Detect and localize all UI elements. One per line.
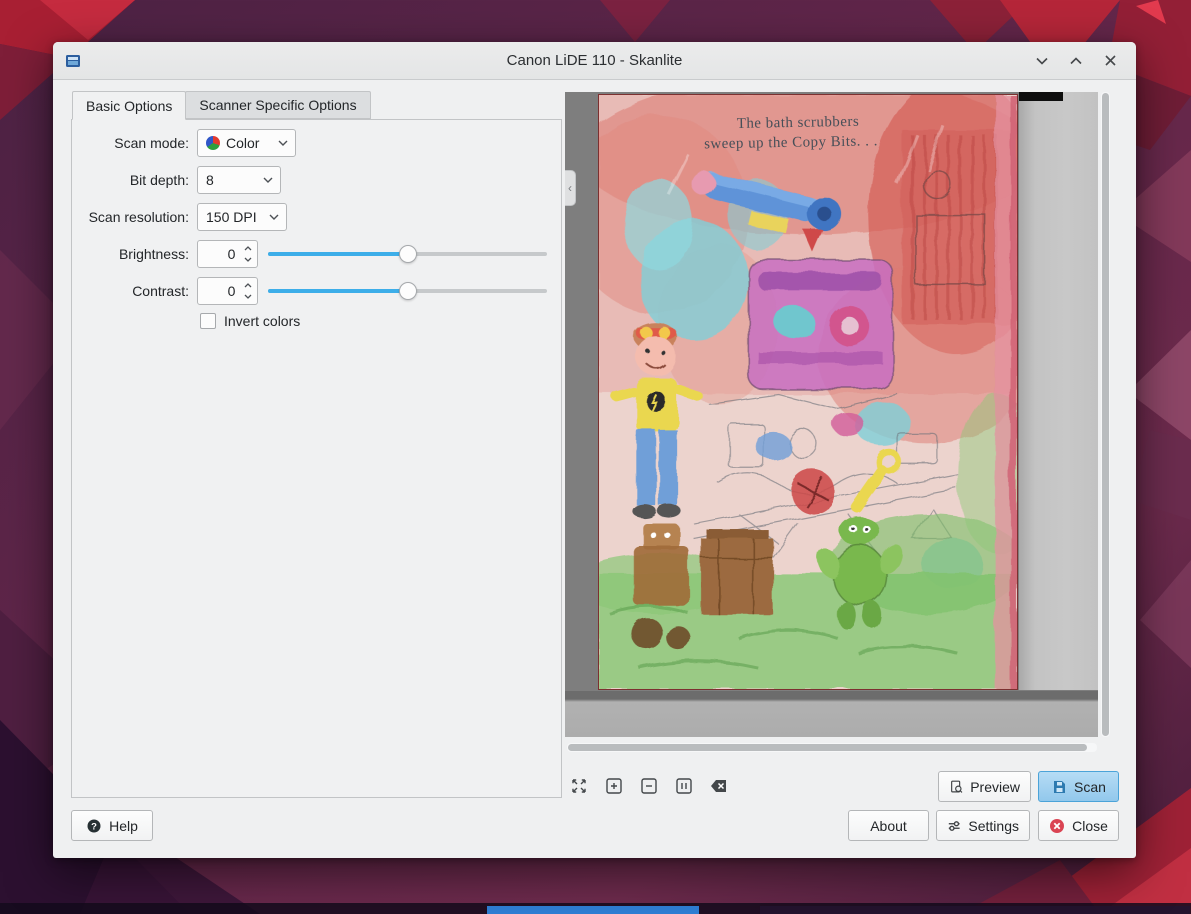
chevron-down-icon [263,177,273,183]
clear-selections-icon [709,776,729,796]
close-button-label: Close [1072,818,1108,834]
close-window-button[interactable] [1096,47,1124,75]
scanner-bed-right [1019,92,1098,690]
preview-button[interactable]: Preview [938,771,1031,802]
scanned-image[interactable]: The bath scrubbers sweep up the Copy Bit… [598,94,1018,690]
tab-label: Basic Options [86,98,172,114]
slider-fill [268,289,407,293]
tab-scanner-specific-options[interactable]: Scanner Specific Options [185,91,370,119]
contrast-slider[interactable] [268,281,547,301]
help-icon: ? [86,818,102,834]
bit-depth-value: 8 [206,172,214,188]
preview-button-label: Preview [970,779,1020,795]
contrast-spinbox[interactable]: 0 [197,277,258,305]
svg-text:?: ? [91,821,97,832]
chevron-up-icon [1070,57,1082,65]
scanner-lid-strip [1019,92,1063,101]
brightness-row: Brightness: 0 [72,240,547,268]
tab-basic-options[interactable]: Basic Options [72,91,186,120]
options-tabbar: Basic Options Scanner Specific Options [72,91,370,119]
zoom-fit-icon [569,776,589,796]
preview-horizontal-scrollbar[interactable] [567,743,1097,752]
spin-up-icon[interactable] [244,283,252,288]
window-title: Canon LiDE 110 - Skanlite [53,52,1136,69]
about-button[interactable]: About [848,810,929,841]
scan-icon [1051,779,1067,795]
scan-resolution-row: Scan resolution: 150 DPI [72,203,547,231]
scan-resolution-value: 150 DPI [206,209,257,225]
bit-depth-row: Bit depth: 8 [72,166,547,194]
scan-mode-combobox[interactable]: Color [197,129,296,157]
scanned-drawing: The bath scrubbers sweep up the Copy Bit… [599,95,1017,689]
contrast-row: Contrast: 0 [72,277,547,305]
zoom-actual-size-button[interactable] [673,775,695,797]
panel-collapse-handle[interactable]: ‹ [565,170,576,206]
scan-resolution-label: Scan resolution: [72,209,189,225]
zoom-actual-size-icon [674,776,694,796]
color-mode-icon [206,136,220,150]
zoom-in-icon [604,776,624,796]
invert-colors-row: Invert colors [72,313,547,329]
brightness-slider[interactable] [268,244,547,264]
about-button-label: About [870,818,907,834]
preview-icon [949,779,963,795]
help-button[interactable]: ? Help [71,810,153,841]
slider-handle[interactable] [399,245,417,263]
scan-button[interactable]: Scan [1038,771,1119,802]
clear-selections-button[interactable] [708,775,730,797]
close-dialog-icon [1049,818,1065,834]
bit-depth-combobox[interactable]: 8 [197,166,281,194]
brightness-spinbox[interactable]: 0 [197,240,258,268]
invert-colors-checkbox[interactable] [200,313,216,329]
scan-mode-row: Scan mode: Color [72,129,547,157]
bit-depth-label: Bit depth: [72,172,189,188]
page-text-line2: sweep up the Copy Bits. . . [704,133,878,152]
titlebar[interactable]: Canon LiDE 110 - Skanlite [53,42,1136,80]
preview-viewport[interactable]: The bath scrubbers sweep up the Copy Bit… [565,92,1098,737]
brightness-label: Brightness: [72,246,189,262]
spin-up-icon[interactable] [244,246,252,251]
settings-button-label: Settings [968,818,1019,834]
slider-fill [268,252,407,256]
invert-colors-label: Invert colors [224,313,300,329]
basic-options-panel: Scan mode: Color Bit depth: 8 Scan resol… [71,119,562,798]
scrollbar-thumb[interactable] [568,744,1087,751]
page-text-line1: The bath scrubbers [737,114,860,132]
close-button[interactable]: Close [1038,810,1119,841]
chevron-down-icon [278,140,288,146]
maximize-button[interactable] [1062,47,1090,75]
skanlite-window: Canon LiDE 110 - Skanlite Basic Options … [53,42,1136,858]
spin-down-icon[interactable] [244,257,252,262]
scan-mode-label: Scan mode: [72,135,189,151]
zoom-out-icon [639,776,659,796]
minimize-button[interactable] [1028,47,1056,75]
settings-button[interactable]: Settings [936,810,1030,841]
scan-button-label: Scan [1074,779,1106,795]
scrollbar-thumb[interactable] [1102,93,1109,736]
settings-icon [947,818,961,834]
contrast-label: Contrast: [72,283,189,299]
chevron-down-icon [269,214,279,220]
help-button-label: Help [109,818,138,834]
scan-resolution-combobox[interactable]: 150 DPI [197,203,287,231]
scanner-bed-bottom [565,691,1098,737]
chevron-down-icon [1036,57,1048,65]
preview-zoom-toolbar [568,775,730,797]
close-icon [1105,55,1116,66]
zoom-in-button[interactable] [603,775,625,797]
zoom-fit-button[interactable] [568,775,590,797]
zoom-out-button[interactable] [638,775,660,797]
tab-label: Scanner Specific Options [199,97,356,113]
preview-vertical-scrollbar[interactable] [1101,92,1110,737]
slider-handle[interactable] [399,282,417,300]
scan-mode-value: Color [226,135,259,151]
spin-down-icon[interactable] [244,294,252,299]
